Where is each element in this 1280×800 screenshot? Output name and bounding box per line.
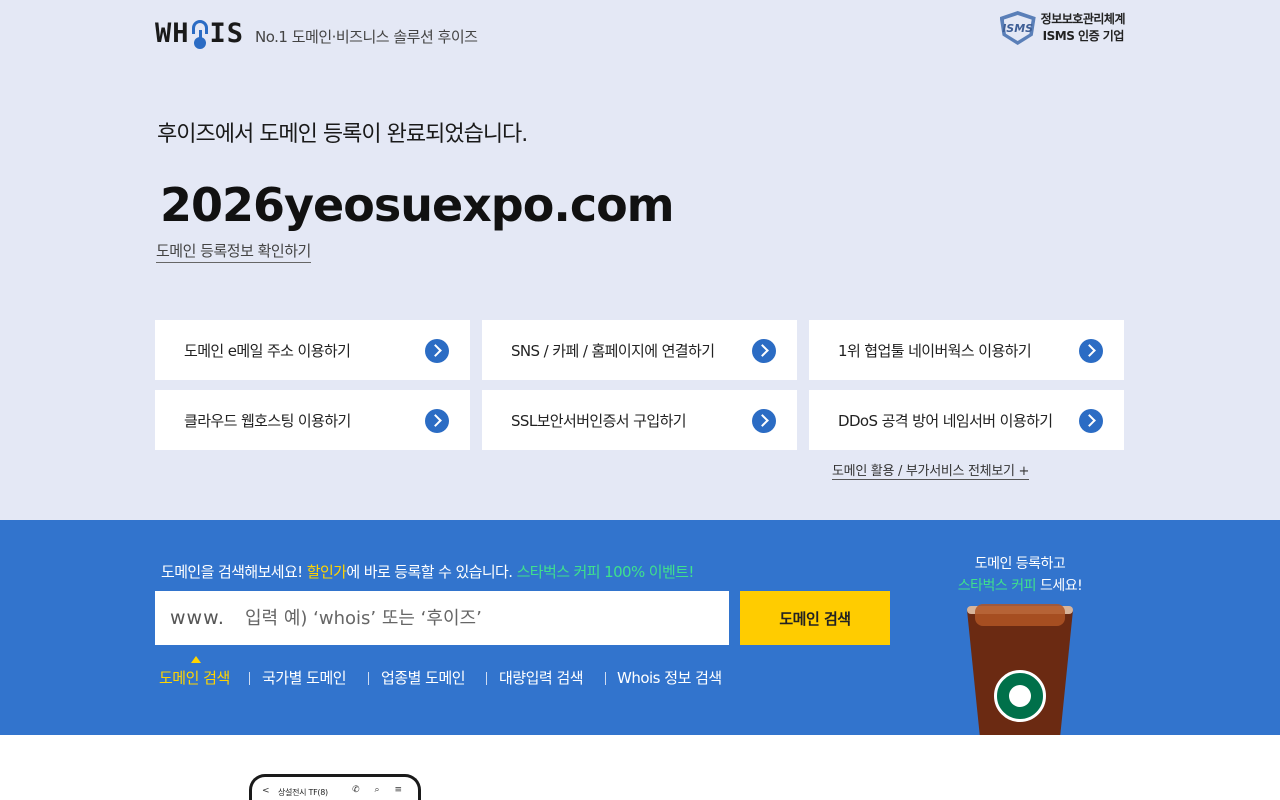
service-card-email[interactable]: 도메인 e메일 주소 이용하기 — [155, 320, 470, 380]
domain-search-section: 도메인을 검색해보세요! 할인가에 바로 등록할 수 있습니다. 스타벅스 커피… — [0, 520, 1280, 735]
isms-line2: ISMS 인증 기업 — [1042, 29, 1125, 43]
arrow-right-icon — [1079, 409, 1103, 433]
tab-whois-info[interactable]: Whois 정보 검색 — [617, 667, 722, 688]
isms-certification: ISMS 정보보호관리체계 ISMS 인증 기업 — [999, 11, 1126, 45]
search-prefix: www. — [170, 607, 225, 629]
phone-mockup: < 상설전시 TF(8) ✆ ⌕ ≡ — [249, 774, 421, 800]
arrow-right-icon — [425, 409, 449, 433]
domain-info-link[interactable]: 도메인 등록정보 확인하기 — [156, 240, 311, 263]
isms-shield-icon: ISMS — [999, 11, 1037, 45]
service-card-naverworks[interactable]: 1위 협업툴 네이버웍스 이용하기 — [809, 320, 1124, 380]
tab-divider — [368, 672, 369, 685]
tab-divider — [486, 672, 487, 685]
registration-complete-message: 후이즈에서 도메인 등록이 완료되었습니다. — [157, 122, 528, 147]
tab-industry-domain[interactable]: 업종별 도메인 — [381, 667, 466, 688]
tab-bulk-search[interactable]: 대량입력 검색 — [499, 667, 584, 688]
service-card-hosting[interactable]: 클라우드 웹호스팅 이용하기 — [155, 390, 470, 450]
domain-search-input[interactable] — [245, 599, 715, 637]
arrow-right-icon — [752, 409, 776, 433]
tab-divider — [605, 672, 606, 685]
search-box: www. — [155, 591, 729, 645]
tagline: No.1 도메인·비즈니스 솔루션 후이즈 — [255, 28, 478, 46]
arrow-right-icon — [1079, 339, 1103, 363]
search-promo-text: 도메인을 검색해보세요! 할인가에 바로 등록할 수 있습니다. 스타벅스 커피… — [161, 563, 694, 581]
service-card-ssl[interactable]: SSL보안서버인증서 구입하기 — [482, 390, 797, 450]
service-card-sns[interactable]: SNS / 카페 / 홈페이지에 연결하기 — [482, 320, 797, 380]
active-tab-caret-icon — [191, 656, 201, 663]
registered-domain: 2026yeosuexpo.com — [160, 178, 675, 232]
arrow-right-icon — [752, 339, 776, 363]
starbucks-logo-icon — [994, 670, 1046, 722]
service-card-ddos[interactable]: DDoS 공격 방어 네임서버 이용하기 — [809, 390, 1124, 450]
starbucks-coffee-cup-image — [967, 600, 1073, 735]
tab-divider — [249, 672, 250, 685]
arrow-right-icon — [425, 339, 449, 363]
tab-country-domain[interactable]: 국가별 도메인 — [262, 667, 347, 688]
header: WH IS No.1 도메인·비즈니스 솔루션 후이즈 ISMS 정보보호관리체계… — [155, 8, 1126, 58]
back-icon: < — [262, 786, 270, 796]
isms-line1: 정보보호관리체계 — [1040, 12, 1126, 26]
starbucks-promo[interactable]: 도메인 등록하고 스타벅스 커피 드세요! — [940, 553, 1100, 597]
logo-question-mark-icon — [190, 18, 210, 50]
phone-toolbar-icons: ✆ ⌕ ≡ — [352, 785, 408, 795]
whois-logo[interactable]: WH IS — [155, 10, 244, 50]
logo-text: WH — [155, 18, 190, 49]
domain-search-button[interactable]: 도메인 검색 — [740, 591, 890, 645]
all-services-link[interactable]: 도메인 활용 / 부가서비스 전체보기 + — [832, 460, 1029, 480]
tab-domain-search[interactable]: 도메인 검색 — [159, 667, 230, 688]
phone-title: 상설전시 TF(8) — [278, 788, 328, 797]
